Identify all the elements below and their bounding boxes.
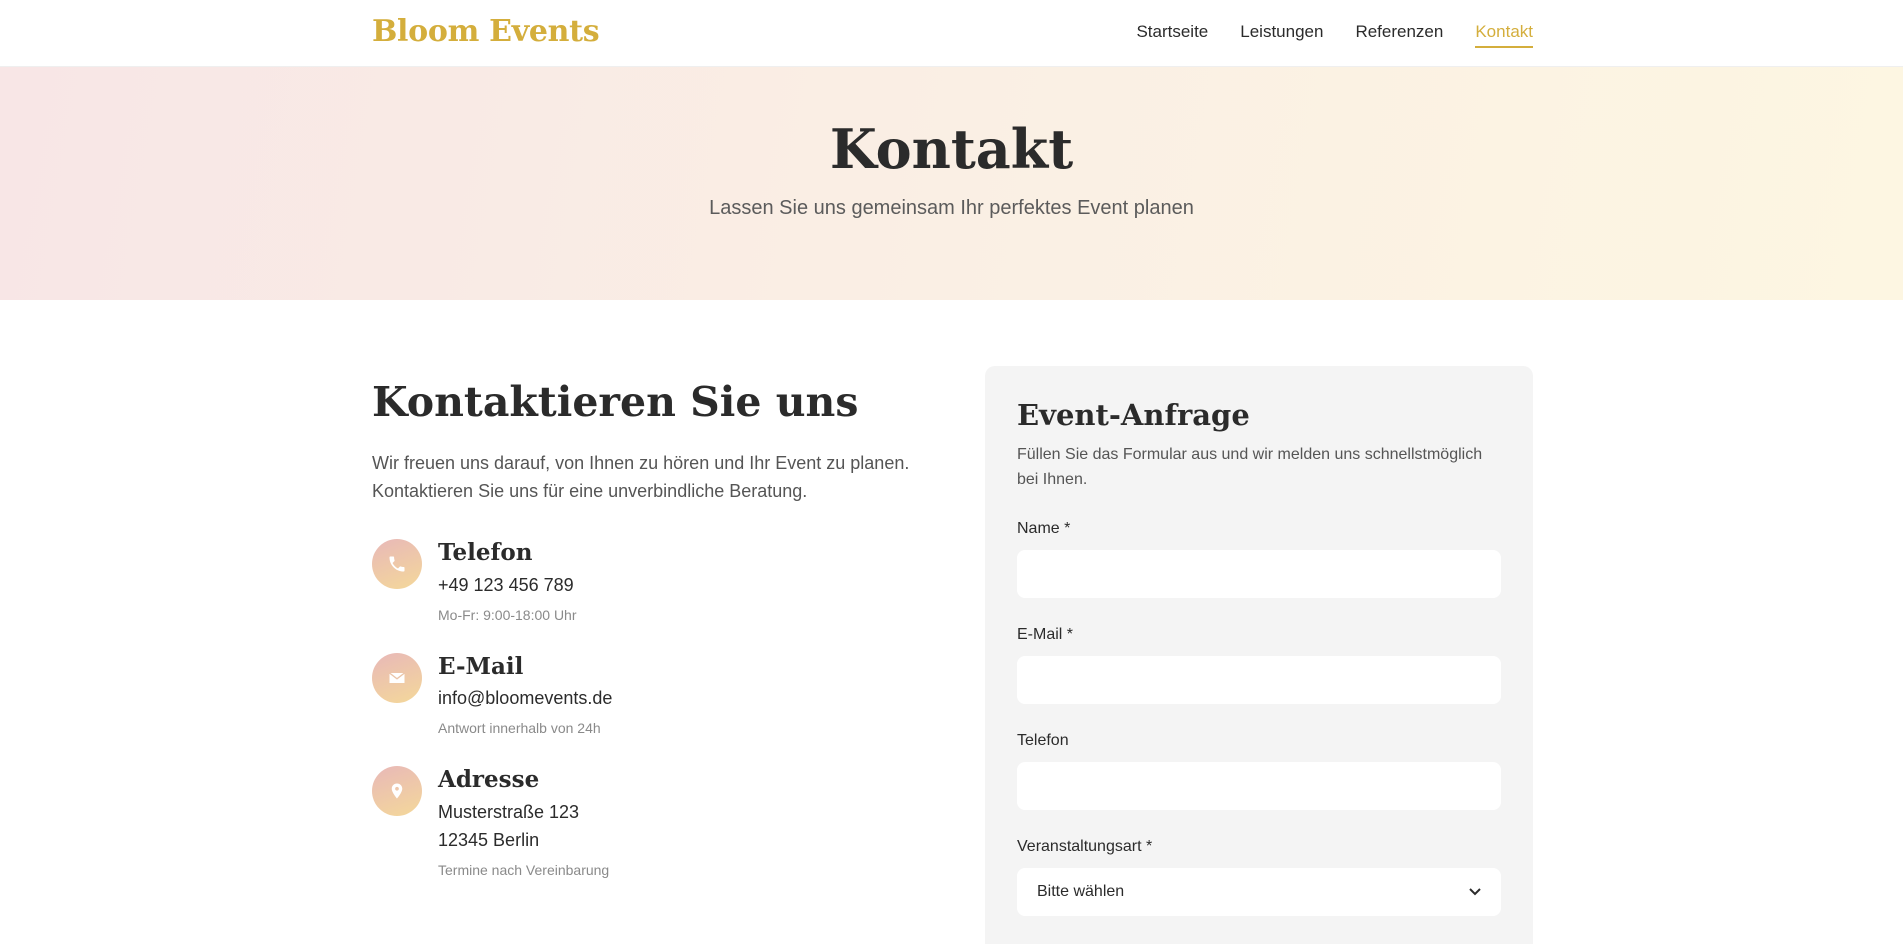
site-header: Bloom Events Startseite Leistungen Refer… [0,0,1903,67]
contact-item-title: E-Mail [438,652,524,680]
nav-item-startseite[interactable]: Startseite [1136,22,1208,48]
mail-icon [372,652,422,703]
contact-section: Kontaktieren Sie uns Wir freuen uns dara… [0,300,1903,944]
nav-item-referenzen[interactable]: Referenzen [1355,22,1443,48]
field-event-type: Veranstaltungsart * Bitte wählen [1017,838,1501,916]
contact-item-phone: Telefon +49 123 456 789 Mo-Fr: 9:00-18:0… [372,539,912,623]
email-label: E-Mail * [1017,626,1074,643]
address-city: 12345 Berlin [438,829,540,850]
hero-banner: Kontakt Lassen Sie uns gemeinsam Ihr per… [0,67,1903,300]
event-type-label: Veranstaltungsart * [1017,838,1153,855]
email-input[interactable] [1017,656,1501,704]
address-note: Termine nach Vereinbarung [438,861,610,878]
form-title: Event-Anfrage [1017,398,1250,432]
contact-heading: Kontaktieren Sie uns [372,378,859,426]
contact-item-title: Telefon [438,539,533,567]
field-name: Name * [1017,520,1501,598]
email-response-note: Antwort innerhalb von 24h [438,720,601,737]
page-title: Kontakt [829,117,1074,181]
phone-hours: Mo-Fr: 9:00-18:00 Uhr [438,606,577,623]
page-subtitle: Lassen Sie uns gemeinsam Ihr perfektes E… [709,197,1194,219]
main-nav: Startseite Leistungen Referenzen Kontakt [1136,22,1533,48]
nav-item-leistungen[interactable]: Leistungen [1240,22,1323,48]
chevron-down-icon [1469,885,1481,899]
location-pin-icon [372,766,422,817]
phone-input[interactable] [1017,762,1501,810]
contact-item-address: Adresse Musterstraße 123 12345 Berlin Te… [372,766,912,878]
name-label: Name * [1017,520,1071,537]
event-type-selected: Bitte wählen [1037,883,1125,900]
event-request-form: Event-Anfrage Füllen Sie das Formular au… [985,366,1533,944]
contact-item-email: E-Mail info@bloomevents.de Antwort inner… [372,652,912,737]
contact-intro: Wir freuen uns darauf, von Ihnen zu höre… [372,453,910,502]
field-phone: Telefon [1017,732,1501,810]
address-street: Musterstraße 123 [438,801,580,822]
email-address[interactable]: info@bloomevents.de [438,688,612,708]
phone-icon [372,539,422,590]
contact-info: Kontaktieren Sie uns Wir freuen uns dara… [372,378,912,908]
form-subtitle: Füllen Sie das Formular aus und wir meld… [1017,446,1483,488]
event-type-select[interactable]: Bitte wählen [1017,868,1501,916]
logo[interactable]: Bloom Events [372,14,600,49]
field-email: E-Mail * [1017,626,1501,704]
nav-item-kontakt[interactable]: Kontakt [1475,22,1533,48]
phone-label: Telefon [1017,732,1069,749]
name-input[interactable] [1017,550,1501,598]
contact-item-title: Adresse [438,766,540,794]
phone-number[interactable]: +49 123 456 789 [438,575,577,595]
contact-info-list: Telefon +49 123 456 789 Mo-Fr: 9:00-18:0… [372,539,912,878]
